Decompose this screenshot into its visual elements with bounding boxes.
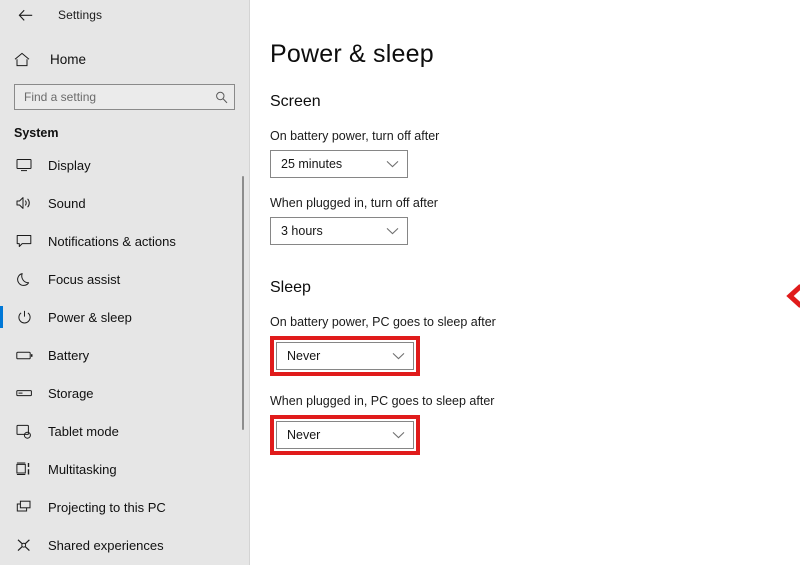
sidebar-item-label: Battery: [48, 347, 90, 363]
back-button[interactable]: [14, 4, 36, 26]
sidebar-item-shared-experiences[interactable]: Shared experiences: [0, 526, 249, 564]
speaker-icon: [14, 196, 34, 210]
sidebar-item-battery[interactable]: Battery: [0, 336, 249, 374]
sidebar-item-label: Display: [48, 157, 91, 173]
field-sleep-on-battery: On battery power, PC goes to sleep after…: [270, 315, 800, 376]
tablet-icon: [14, 424, 34, 439]
sidebar-item-label: Focus assist: [48, 271, 121, 287]
field-label: On battery power, PC goes to sleep after: [270, 315, 496, 329]
storage-icon: [14, 388, 34, 398]
screen-on-battery-dropdown[interactable]: 25 minutes: [270, 150, 408, 178]
field-sleep-plugged-in: When plugged in, PC goes to sleep after …: [270, 394, 800, 455]
sidebar-item-label: Sound: [48, 195, 86, 211]
title-bar: Settings: [0, 0, 249, 30]
projecting-icon: [14, 500, 34, 514]
sidebar-item-multitasking[interactable]: Multitasking: [0, 450, 249, 488]
dropdown-value: 3 hours: [281, 224, 323, 238]
section-heading-screen: Screen: [270, 93, 321, 110]
chevron-down-icon: [386, 227, 399, 235]
sidebar-item-notifications[interactable]: Notifications & actions: [0, 222, 249, 260]
main-content: Power & sleep Screen On battery power, t…: [250, 0, 800, 565]
highlight-box-sleep-on-battery: Never: [270, 336, 420, 376]
sidebar-item-label: Notifications & actions: [48, 233, 176, 249]
highlight-box-sleep-plugged-in: Never: [270, 415, 420, 455]
sleep-on-battery-dropdown[interactable]: Never: [276, 342, 414, 370]
sidebar-item-sound[interactable]: Sound: [0, 184, 249, 222]
chevron-down-icon: [392, 431, 405, 439]
moon-icon: [14, 272, 34, 287]
sidebar-item-projecting-to-this-pc[interactable]: Projecting to this PC: [0, 488, 249, 526]
monitor-icon: [14, 158, 34, 172]
annotation-left-chevron-icon: [784, 283, 800, 309]
sidebar-item-label: Tablet mode: [48, 423, 119, 439]
field-label: On battery power, turn off after: [270, 129, 440, 143]
sidebar-item-home[interactable]: Home: [0, 42, 249, 76]
multitasking-icon: [14, 462, 34, 476]
home-label: Home: [50, 51, 87, 67]
sidebar-item-storage[interactable]: Storage: [0, 374, 249, 412]
sidebar-item-power-and-sleep[interactable]: Power & sleep: [0, 298, 249, 336]
field-screen-on-battery: On battery power, turn off after 25 minu…: [270, 129, 800, 178]
chevron-down-icon: [386, 160, 399, 168]
sidebar-nav: Display Sound Notifications & actions Fo…: [0, 146, 249, 564]
sidebar-item-label: Projecting to this PC: [48, 499, 166, 515]
power-icon: [14, 310, 34, 325]
search-box[interactable]: [14, 84, 235, 110]
share-nodes-icon: [14, 538, 34, 553]
search-input[interactable]: [24, 85, 215, 109]
app-title: Settings: [58, 8, 103, 22]
battery-icon: [14, 350, 34, 361]
field-label: When plugged in, PC goes to sleep after: [270, 394, 495, 408]
sidebar-item-label: Multitasking: [48, 461, 117, 477]
sidebar-group-title: System: [14, 126, 59, 140]
sidebar-item-focus-assist[interactable]: Focus assist: [0, 260, 249, 298]
search-icon[interactable]: [215, 91, 228, 104]
sidebar-scrollbar-thumb[interactable]: [242, 176, 244, 430]
sidebar: Settings Home System: [0, 0, 250, 565]
section-heading-sleep: Sleep: [270, 279, 311, 296]
page-title: Power & sleep: [270, 40, 434, 68]
chevron-down-icon: [392, 352, 405, 360]
sidebar-item-label: Shared experiences: [48, 537, 164, 553]
sidebar-item-label: Power & sleep: [48, 309, 132, 325]
home-icon: [14, 52, 36, 67]
screen-plugged-in-dropdown[interactable]: 3 hours: [270, 217, 408, 245]
settings-window: Settings Home System: [0, 0, 800, 565]
dropdown-value: 25 minutes: [281, 157, 343, 171]
sidebar-item-display[interactable]: Display: [0, 146, 249, 184]
chat-bubble-icon: [14, 234, 34, 248]
sidebar-item-tablet-mode[interactable]: Tablet mode: [0, 412, 249, 450]
back-arrow-icon: [18, 9, 32, 21]
field-screen-plugged-in: When plugged in, turn off after 3 hours: [270, 196, 800, 245]
sidebar-item-label: Storage: [48, 385, 94, 401]
sleep-plugged-in-dropdown[interactable]: Never: [276, 421, 414, 449]
field-label: When plugged in, turn off after: [270, 196, 438, 210]
